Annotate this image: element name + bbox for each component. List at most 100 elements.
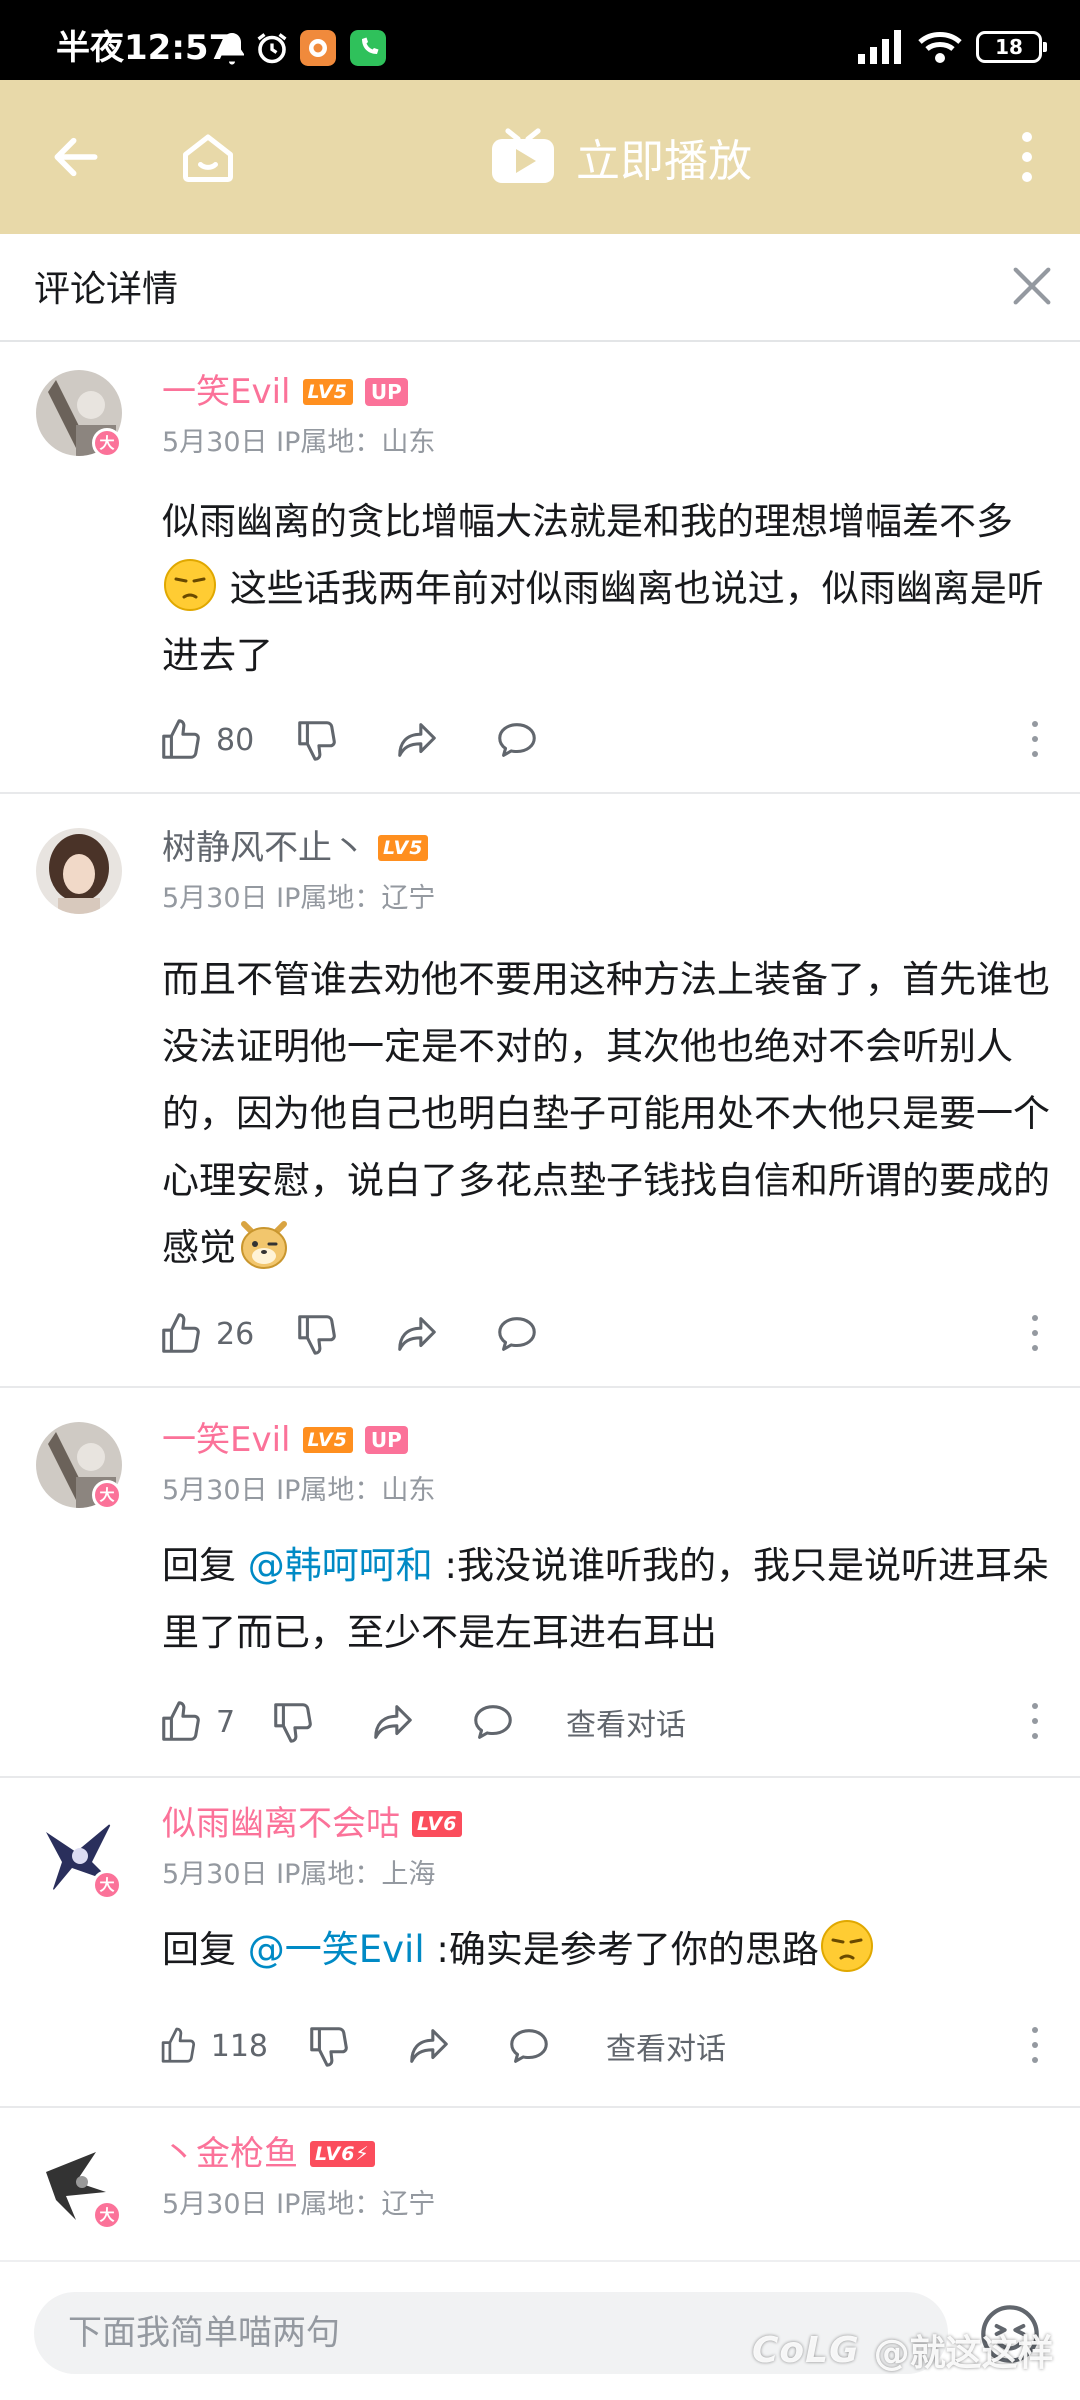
share-icon <box>410 2029 448 2063</box>
mention-link[interactable]: @一笑Evil <box>248 1928 425 1971</box>
username[interactable]: 树静风不止丶 <box>162 826 366 870</box>
share-icon <box>374 1705 412 1739</box>
more-menu-button[interactable] <box>992 123 1062 191</box>
like-button[interactable]: 80 <box>158 717 258 763</box>
avatar-badge: 大 <box>92 2200 122 2230</box>
share-icon <box>398 723 436 757</box>
reply-prefix: 回复 <box>162 1928 248 1971</box>
like-count: 26 <box>216 1316 255 1352</box>
thumbs-up-icon <box>162 719 200 759</box>
view-conversation-link[interactable]: 查看对话 <box>566 1700 686 1744</box>
like-button[interactable]: 26 <box>158 1311 258 1357</box>
comment-item: 大 一笑Evil LV5 UP 5月30日 IP属地：山东 回复 @韩呵呵和 :… <box>0 1388 1080 1778</box>
username[interactable]: 一笑Evil <box>162 370 291 414</box>
phone-notification-icon <box>350 30 386 66</box>
comment-meta: 5月30日 IP属地：辽宁 <box>162 883 436 914</box>
signal-icon <box>858 30 901 64</box>
status-right: 18 <box>858 30 1047 64</box>
dislike-button[interactable] <box>294 717 340 763</box>
thumbs-up-icon <box>162 1701 200 1741</box>
username[interactable]: 一笑Evil <box>162 1418 291 1462</box>
comment-text-part: :确实是参考了你的思路 <box>424 1928 819 1971</box>
comment-text: 回复 @韩呵呵和 :我没说谁听我的，我只是说听进耳朵里了而已，至少不是左耳进右耳… <box>162 1532 1052 1666</box>
back-button[interactable] <box>42 123 110 191</box>
like-count: 7 <box>216 1704 236 1740</box>
thumbs-up-icon <box>161 2027 196 2063</box>
page-title: 评论详情 <box>34 269 179 310</box>
avatar[interactable] <box>36 828 122 914</box>
more-options-icon[interactable] <box>1020 1308 1050 1358</box>
tv-play-icon <box>492 128 554 183</box>
view-conversation-link[interactable]: 查看对话 <box>606 2024 726 2068</box>
avatar-badge: 大 <box>92 428 122 458</box>
dislike-button[interactable] <box>294 1311 340 1357</box>
dislike-button[interactable] <box>270 1699 316 1745</box>
dislike-button[interactable] <box>306 2023 352 2069</box>
avatar-badge: 大 <box>92 1480 122 1510</box>
back-arrow-icon <box>54 137 98 177</box>
home-icon <box>183 134 233 182</box>
share-button[interactable] <box>394 717 440 763</box>
level-badge: LV6 <box>412 1811 463 1837</box>
status-bar: 半夜12:57 18 <box>0 0 1080 80</box>
comment-item: 大 似雨幽离不会咕 LV6 5月30日 IP属地：上海 回复 @一笑Evil :… <box>0 1778 1080 2108</box>
reply-button[interactable] <box>506 2023 552 2069</box>
bell-icon <box>220 33 244 65</box>
name-row: 似雨幽离不会咕 LV6 <box>162 1802 463 1846</box>
comment-bubble-icon <box>498 723 536 757</box>
alarm-icon <box>257 33 287 64</box>
home-button[interactable] <box>174 123 242 191</box>
play-now-label: 立即播放 <box>576 136 752 187</box>
close-icon[interactable] <box>1004 258 1060 314</box>
reply-button[interactable] <box>470 1699 516 1745</box>
share-button[interactable] <box>394 1311 440 1357</box>
action-bar: 7 查看对话 <box>158 1694 686 1750</box>
reply-button[interactable] <box>494 717 540 763</box>
comment-bubble-icon <box>474 1705 512 1739</box>
share-icon <box>398 1317 436 1351</box>
like-count: 80 <box>216 722 255 758</box>
username[interactable]: 丶金枪鱼 <box>162 2132 298 2176</box>
more-options-icon[interactable] <box>1020 2020 1050 2070</box>
like-button[interactable]: 118 <box>158 2023 268 2069</box>
sulky-face-emoji-icon <box>820 1920 873 1972</box>
more-options-icon[interactable] <box>1020 714 1050 764</box>
comment-text-part: 这些话我两年前对似雨幽离也说过，似雨幽离是听进去了 <box>162 567 1044 677</box>
level-badge: LV5 <box>302 379 353 405</box>
thumbs-up-icon <box>162 1313 200 1353</box>
share-button[interactable] <box>370 1699 416 1745</box>
action-bar: 118 查看对话 <box>158 2018 726 2074</box>
play-now-button[interactable]: 立即播放 <box>490 124 752 190</box>
comment-meta: 5月30日 IP属地：辽宁 <box>162 2189 436 2220</box>
battery-indicator: 18 <box>976 31 1047 63</box>
watermark-logo: CoLG <box>752 2329 860 2371</box>
reply-button[interactable] <box>494 1311 540 1357</box>
comment-item: 大 一笑Evil LV5 UP 5月30日 IP属地：山东 似雨幽离的贪比增幅大… <box>0 344 1080 794</box>
avatar-image <box>36 828 122 914</box>
name-row: 一笑Evil LV5 UP <box>162 370 408 414</box>
like-button[interactable]: 7 <box>158 1699 244 1745</box>
comment-bubble-icon <box>510 2029 548 2063</box>
level-badge: LV6⚡ <box>310 2141 375 2167</box>
app-notification-icon <box>300 30 336 66</box>
comment-item: 树静风不止丶 LV5 5月30日 IP属地：辽宁 而且不管谁去劝他不要用这种方法… <box>0 794 1080 1388</box>
thumbs-down-icon <box>310 2027 348 2067</box>
share-button[interactable] <box>406 2023 452 2069</box>
avatar-badge: 大 <box>92 1870 122 1900</box>
more-options-icon[interactable] <box>1020 1696 1050 1746</box>
action-bar: 80 <box>158 712 540 768</box>
reply-prefix: 回复 <box>162 1544 248 1587</box>
comment-meta: 5月30日 IP属地：山东 <box>162 427 436 458</box>
wifi-icon <box>918 32 962 63</box>
level-badge: LV5 <box>302 1427 353 1453</box>
username[interactable]: 似雨幽离不会咕 <box>162 1802 400 1846</box>
comment-text-part: 似雨幽离的贪比增幅大法就是和我的理想增幅差不多 <box>162 500 1013 543</box>
watermark: CoLG @就这这样 <box>752 2324 1054 2376</box>
like-count: 118 <box>210 2028 268 2064</box>
mention-link[interactable]: @韩呵呵和 <box>248 1544 433 1587</box>
sulky-face-emoji-icon <box>164 559 216 611</box>
up-tag: UP <box>364 378 408 406</box>
comment-bubble-icon <box>498 1317 536 1351</box>
up-tag: UP <box>364 1426 408 1454</box>
comment-text: 而且不管谁去劝他不要用这种方法上装备了，首先谁也没法证明他一定是不对的，其次他也… <box>162 946 1052 1281</box>
